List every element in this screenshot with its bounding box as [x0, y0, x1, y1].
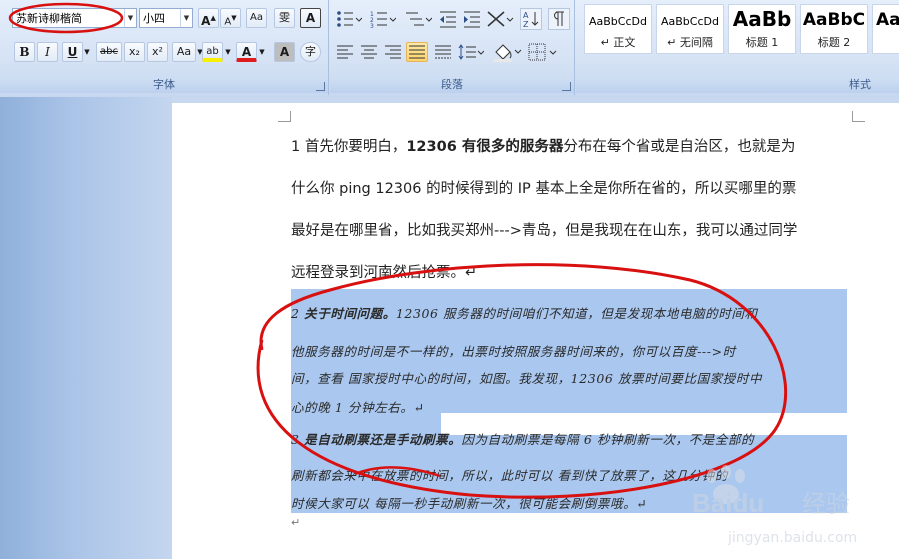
- font-group-label: 字体: [0, 77, 328, 93]
- baidu-jingyan-watermark: Baidu 经验 jingyan.baidu.com: [692, 465, 857, 546]
- strikethrough-button[interactable]: abc: [96, 42, 122, 62]
- font-name-combo[interactable]: 苏新诗柳楷简 ▼: [12, 8, 137, 28]
- styles-group: AaBbCcDd ↵ 正文 AaBbCcDd ↵ 无间隔 AaBb 标题 1 A…: [576, 0, 899, 95]
- line-spacing-icon[interactable]: [458, 44, 484, 60]
- ribbon: 苏新诗柳楷简 ▼ 小四 ▼ A▲ A▼ Aa 雯 A B I U ▼ abc x…: [0, 0, 899, 98]
- change-case-button[interactable]: Aa: [172, 42, 196, 62]
- margin-corner-mark: [278, 111, 291, 122]
- dialog-launcher-icon[interactable]: [562, 82, 571, 91]
- shrink-font-button[interactable]: A▼: [220, 8, 241, 28]
- svg-text:A: A: [523, 11, 529, 20]
- style-heading-2[interactable]: AaBbC 标题 2: [800, 4, 868, 54]
- grow-font-button[interactable]: A▲: [198, 8, 219, 28]
- phonetic-guide-button[interactable]: 雯: [274, 8, 295, 28]
- style-normal[interactable]: AaBbCcDd ↵ 正文: [584, 4, 652, 54]
- superscript-button[interactable]: x²: [147, 42, 168, 62]
- style-sample: Aa: [876, 10, 899, 30]
- text-line: 什么你 ping 12306 的时候得到的 IP 基本上全是你所在省的，所以买哪…: [291, 181, 797, 197]
- text-line: 间，查看 国家授时中心的时间，如图。我发现，12306 放票时间要比国家授时中: [291, 371, 763, 386]
- justify-icon: [409, 45, 425, 59]
- paragraph-end-mark: ↵: [291, 516, 301, 529]
- justify-button[interactable]: [406, 42, 428, 62]
- chevron-down-icon[interactable]: ▼: [224, 42, 232, 62]
- style-name: ↵ 正文: [600, 36, 636, 49]
- svg-text:Z: Z: [523, 20, 529, 29]
- enclose-characters-button[interactable]: 字: [300, 42, 321, 62]
- style-name: 标题 1: [745, 36, 779, 49]
- dialog-launcher-icon[interactable]: [316, 82, 325, 91]
- watermark-url: jingyan.baidu.com: [727, 530, 857, 546]
- bullets-icon[interactable]: [336, 10, 362, 28]
- style-sample: AaBbC: [802, 10, 866, 30]
- chinese-layout-icon[interactable]: [486, 10, 514, 28]
- text-line: 3 是自动刷票还是手动刷票。因为自动刷票是每隔 6 秒钟刷新一次，不是全部的: [291, 432, 755, 447]
- styles-group-label: 样式: [576, 77, 899, 93]
- text-line: 最好是在哪里省，比如我买郑州--->青岛，但是我现在在山东，我可以通过同学: [291, 223, 798, 239]
- style-name: ↵ 无间隔: [667, 36, 713, 49]
- underline-button[interactable]: U: [62, 42, 83, 62]
- workspace-left-margin: [0, 97, 172, 559]
- increase-indent-icon[interactable]: [462, 10, 482, 28]
- font-color-button[interactable]: A: [236, 42, 257, 62]
- text-line: 他服务器的时间是不一样的，出票时按照服务器时间来的，你可以百度--->时: [291, 344, 736, 359]
- style-sample: AaBbCcDd: [589, 15, 647, 28]
- distributed-icon[interactable]: [434, 44, 452, 60]
- font-size-combo[interactable]: 小四 ▼: [139, 8, 193, 28]
- watermark-brand: Baidu: [692, 488, 764, 518]
- italic-button[interactable]: I: [37, 42, 58, 62]
- style-sample: AaBbCcDd: [661, 15, 719, 28]
- paragraph-group-label: 段落: [330, 77, 574, 93]
- text-line: 心的晚 1 分钟左右。↵: [291, 400, 425, 415]
- align-right-icon[interactable]: [384, 44, 402, 60]
- margin-corner-mark: [852, 111, 865, 122]
- text-highlight-button[interactable]: ab: [202, 42, 223, 62]
- text-line: 远程登录到河南然后抢票。↵: [291, 265, 478, 281]
- shading-icon[interactable]: [492, 42, 522, 62]
- chevron-down-icon[interactable]: ▼: [124, 9, 136, 27]
- paragraph-group: 123 AZ 段落: [330, 0, 575, 95]
- style-sample: AaBb: [732, 7, 792, 31]
- multilevel-list-icon[interactable]: [404, 10, 432, 28]
- chevron-down-icon[interactable]: ▼: [258, 42, 266, 62]
- clear-format-button[interactable]: Aa: [246, 8, 267, 28]
- style-heading-3[interactable]: Aa: [872, 4, 899, 54]
- style-name: 标题 2: [817, 36, 851, 49]
- character-shading-button[interactable]: A: [274, 42, 295, 62]
- text-line: 1 首先你要明白，12306 有很多的服务器分布在每个省或是自治区，也就是为: [291, 139, 796, 155]
- align-left-icon[interactable]: [336, 44, 354, 60]
- text-line: 时候大家可以 每隔一秒手动刷新一次，很可能会刷倒票哦。↵: [291, 496, 648, 511]
- show-formatting-marks-icon[interactable]: [548, 8, 570, 30]
- watermark-sub: 经验: [802, 490, 850, 518]
- borders-icon[interactable]: [528, 43, 558, 61]
- style-no-spacing[interactable]: AaBbCcDd ↵ 无间隔: [656, 4, 724, 54]
- text-line: 2 关于时间问题。12306 服务器的时间咱们不知道，但是发现本地电脑的时间和: [291, 306, 758, 321]
- character-border-button[interactable]: A: [300, 8, 321, 28]
- style-heading-1[interactable]: AaBb 标题 1: [728, 4, 796, 54]
- font-name-value: 苏新诗柳楷简: [16, 12, 82, 25]
- subscript-button[interactable]: x₂: [124, 42, 145, 62]
- sort-icon[interactable]: AZ: [520, 8, 542, 30]
- font-size-value: 小四: [143, 12, 165, 25]
- svg-text:3: 3: [370, 23, 374, 28]
- chevron-down-icon[interactable]: ▼: [82, 42, 92, 62]
- align-center-icon[interactable]: [360, 44, 378, 60]
- chevron-down-icon[interactable]: ▼: [180, 9, 192, 27]
- numbering-icon[interactable]: 123: [370, 10, 396, 28]
- bold-button[interactable]: B: [14, 42, 35, 62]
- decrease-indent-icon[interactable]: [438, 10, 458, 28]
- font-group: 苏新诗柳楷简 ▼ 小四 ▼ A▲ A▼ Aa 雯 A B I U ▼ abc x…: [0, 0, 329, 95]
- text-line: 刷新都会来中在放票的时间，所以，此时可以 看到快了放票了，这几分钟的: [291, 468, 728, 483]
